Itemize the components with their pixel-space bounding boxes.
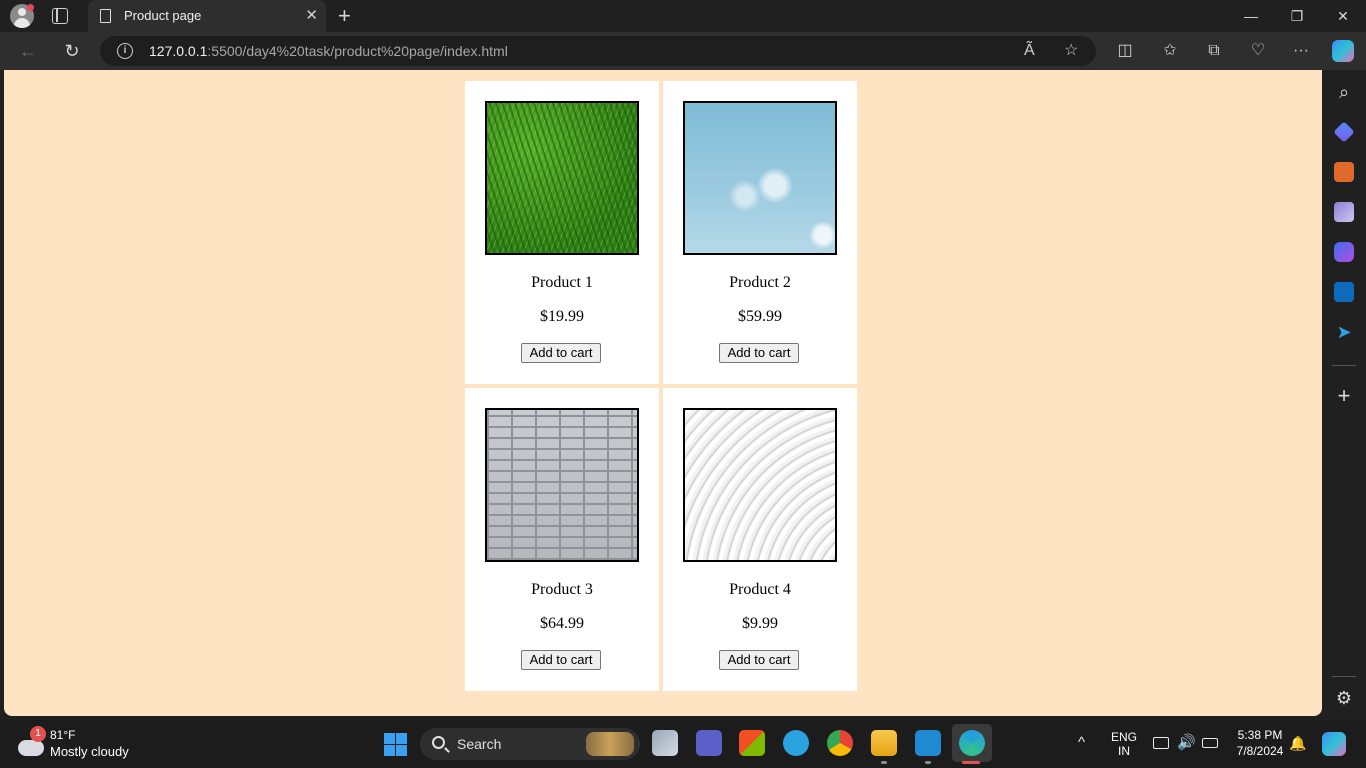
add-to-cart-button[interactable]: Add to cart	[521, 650, 601, 670]
network-icon[interactable]	[1153, 737, 1169, 749]
outlook-icon[interactable]	[1334, 282, 1354, 302]
product-name: Product 3	[531, 581, 593, 598]
product-image	[485, 408, 639, 562]
product-price: $64.99	[540, 615, 584, 632]
url-text[interactable]: 127.0.0.1:5500/day4%20task/product%20pag…	[149, 43, 508, 59]
browser-toolbar: ← ↻ i 127.0.0.1:5500/day4%20task/product…	[0, 32, 1366, 70]
tag-icon[interactable]	[1333, 121, 1355, 143]
copilot-sidebar-icon[interactable]	[1334, 242, 1354, 262]
tab-close-icon[interactable]: ✕	[305, 7, 318, 25]
page-viewport: Product 1 $19.99 Add to cart Product 2 $…	[4, 70, 1322, 716]
product-card: Product 2 $59.99 Add to cart	[663, 81, 857, 384]
sidebar-divider	[1332, 365, 1356, 366]
add-to-cart-button[interactable]: Add to cart	[719, 343, 799, 363]
edge-icon[interactable]	[959, 730, 985, 756]
language-code: ENG	[1110, 730, 1137, 744]
active-indicator	[962, 761, 980, 764]
maximize-button[interactable]: ❐	[1282, 4, 1312, 28]
product-price: $59.99	[738, 308, 782, 325]
add-to-cart-button[interactable]: Add to cart	[521, 343, 601, 363]
favorites-icon[interactable]: ✩	[1158, 40, 1182, 62]
telegram-icon[interactable]	[783, 730, 809, 756]
site-info-icon[interactable]: i	[117, 43, 133, 59]
close-window-button[interactable]: ✕	[1328, 4, 1358, 28]
search-label: Search	[457, 736, 502, 752]
search-icon	[432, 736, 445, 749]
refresh-button[interactable]: ↻	[60, 40, 84, 62]
running-indicator	[925, 761, 931, 764]
weather-temperature[interactable]: 81°F	[50, 728, 75, 742]
weather-notification-badge: 1	[30, 726, 46, 742]
copilot-icon[interactable]	[1332, 40, 1354, 62]
region-code: IN	[1118, 744, 1130, 758]
language-indicator[interactable]: ENG IN	[1108, 730, 1140, 758]
product-name: Product 4	[729, 581, 791, 598]
taskbar-search[interactable]: Search	[420, 728, 640, 760]
telegram-icon[interactable]: ➤	[1334, 322, 1354, 342]
sidebar-settings-icon[interactable]: ⚙	[1334, 688, 1354, 708]
microsoft-store-icon[interactable]	[739, 730, 765, 756]
collections-icon[interactable]: ⧉	[1202, 40, 1226, 62]
clock-time: 5:38 PM	[1237, 728, 1283, 742]
product-price: $9.99	[742, 615, 778, 632]
edge-sidebar: ⌕ ➤ + ⚙	[1322, 70, 1366, 720]
cloud-icon[interactable]	[18, 740, 44, 756]
product-price: $19.99	[540, 308, 584, 325]
search-icon[interactable]: ⌕	[1334, 82, 1354, 102]
product-image	[485, 101, 639, 255]
favorite-star-icon[interactable]: ☆	[1064, 40, 1078, 62]
games-icon[interactable]	[1334, 202, 1354, 222]
running-indicator	[881, 761, 887, 764]
tab-title: Product page	[124, 8, 202, 23]
browser-tab-bar: Product page ✕ + — ❐ ✕	[0, 0, 1366, 32]
add-to-cart-button[interactable]: Add to cart	[719, 650, 799, 670]
minimize-button[interactable]: —	[1236, 4, 1266, 28]
product-image	[683, 101, 837, 255]
show-hidden-icons-chevron-icon[interactable]: ^	[1078, 733, 1085, 753]
clock[interactable]: 5:38 PM 7/8/2024	[1228, 728, 1292, 758]
teams-icon[interactable]	[696, 730, 722, 756]
new-tab-button[interactable]: +	[338, 4, 351, 28]
browser-essentials-icon[interactable]: ♡	[1246, 40, 1270, 62]
search-highlight-image	[586, 732, 634, 756]
copilot-taskbar-icon[interactable]	[1322, 732, 1346, 756]
start-button[interactable]	[384, 733, 407, 756]
chrome-icon[interactable]	[827, 730, 853, 756]
product-card: Product 3 $64.99 Add to cart	[465, 388, 659, 691]
product-image	[683, 408, 837, 562]
volume-icon[interactable]: 🔊	[1177, 733, 1196, 753]
read-aloud-icon[interactable]: Ã	[1024, 40, 1035, 62]
windows-taskbar: 1 81°F Mostly cloudy Search ^ ENG IN 🔊 5…	[0, 720, 1366, 768]
page-document-icon	[100, 9, 111, 23]
url-path: :5500/day4%20task/product%20page/index.h…	[207, 43, 508, 59]
product-name: Product 2	[729, 274, 791, 291]
tab-product-page[interactable]: Product page ✕	[88, 0, 326, 32]
tab-actions-icon[interactable]	[52, 8, 68, 24]
clock-date: 7/8/2024	[1236, 744, 1284, 758]
task-view-icon[interactable]	[652, 730, 678, 756]
url-host: 127.0.0.1	[149, 43, 208, 59]
profile-notification-dot	[27, 4, 34, 11]
split-screen-icon[interactable]: ◫	[1113, 40, 1137, 62]
product-name: Product 1	[531, 274, 593, 291]
product-card: Product 4 $9.99 Add to cart	[663, 388, 857, 691]
notification-bell-icon[interactable]: 🔔	[1289, 733, 1306, 753]
tools-icon[interactable]	[1334, 162, 1354, 182]
back-button[interactable]: ←	[16, 40, 40, 62]
vscode-icon[interactable]	[915, 730, 941, 756]
battery-icon[interactable]	[1202, 738, 1218, 748]
more-options-icon[interactable]: ···	[1289, 40, 1313, 62]
file-explorer-icon[interactable]	[871, 730, 897, 756]
address-bar[interactable]: i 127.0.0.1:5500/day4%20task/product%20p…	[100, 36, 1096, 66]
product-card: Product 1 $19.99 Add to cart	[465, 81, 659, 384]
sidebar-divider	[1332, 676, 1356, 677]
weather-description[interactable]: Mostly cloudy	[50, 744, 129, 759]
add-sidebar-app-icon[interactable]: +	[1334, 385, 1354, 407]
